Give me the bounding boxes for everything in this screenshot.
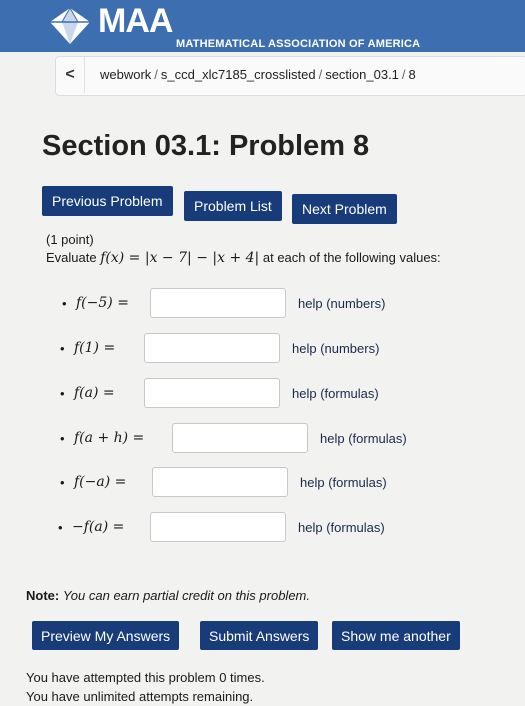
attempts-count: You have attempted this problem 0 times.: [26, 670, 265, 685]
breadcrumb-item-course[interactable]: s_ccd_xlc7185_crosslisted: [161, 67, 316, 82]
breadcrumb: < webwork / s_ccd_xlc7185_crosslisted / sect…: [55, 56, 525, 96]
answer-row-1: • f(−5) = help (numbers): [62, 288, 385, 318]
submit-answers-button[interactable]: Submit Answers: [200, 621, 319, 650]
help-link-5[interactable]: help (formulas): [300, 475, 387, 490]
answer-input-1[interactable]: [150, 288, 286, 318]
breadcrumb-path: webwork / s_ccd_xlc7185_crosslisted / sectio…: [100, 67, 416, 82]
answer-row-3: • f(a) = help (formulas): [60, 378, 379, 408]
breadcrumb-item-problem: 8: [408, 67, 416, 82]
back-button[interactable]: <: [56, 57, 85, 93]
problem-prompt: Evaluate f(x) = |x − 7| − |x + 4| at eac…: [46, 250, 441, 266]
brand-name[interactable]: MAA: [98, 2, 173, 41]
answer-row-4: • f(a + h) = help (formulas): [60, 423, 407, 453]
preview-answers-button[interactable]: Preview My Answers: [32, 621, 180, 650]
answer-label-2: f(1) =: [74, 340, 116, 356]
answer-label-6: −f(a) =: [72, 519, 125, 535]
help-link-3[interactable]: help (formulas): [292, 386, 379, 401]
page-title: Section 03.1: Problem 8: [42, 130, 370, 162]
partial-credit-note: Note: You can earn partial credit on thi…: [26, 588, 310, 603]
answer-row-5: • f(−a) = help (formulas): [60, 467, 387, 497]
answer-label-5: f(−a) =: [74, 474, 127, 490]
breadcrumb-item-webwork[interactable]: webwork: [100, 67, 151, 82]
answer-input-3[interactable]: [144, 378, 280, 408]
answer-input-6[interactable]: [150, 512, 286, 542]
answer-row-2: • f(1) = help (numbers): [60, 333, 379, 363]
answer-label-1: f(−5) =: [76, 295, 129, 311]
problem-statement: (1 point) Evaluate f(x) = |x − 7| − |x +…: [46, 232, 516, 266]
answer-row-6: • −f(a) = help (formulas): [58, 512, 385, 542]
problem-points: (1 point): [46, 232, 94, 247]
help-link-2[interactable]: help (numbers): [292, 341, 379, 356]
breadcrumb-item-section[interactable]: section_03.1: [325, 67, 399, 82]
note-text: You can earn partial credit on this prob…: [62, 588, 310, 603]
maa-diamond-logo[interactable]: [48, 6, 92, 46]
answer-input-4[interactable]: [172, 423, 308, 453]
answer-label-3: f(a) =: [74, 385, 115, 401]
show-another-button[interactable]: Show me another: [332, 621, 460, 650]
brand-subtitle: MATHEMATICAL ASSOCIATION OF AMERICA: [176, 38, 421, 50]
attempts-remaining: You have unlimited attempts remaining.: [26, 689, 254, 704]
answer-input-5[interactable]: [152, 467, 288, 497]
answer-label-4: f(a + h) =: [74, 430, 145, 446]
answer-input-2[interactable]: [144, 333, 280, 363]
help-link-4[interactable]: help (formulas): [320, 431, 407, 446]
note-label: Note:: [26, 588, 60, 603]
help-link-1[interactable]: help (numbers): [298, 296, 385, 311]
previous-problem-button[interactable]: Previous Problem: [42, 186, 173, 216]
help-link-6[interactable]: help (formulas): [298, 520, 385, 535]
attempts-status: You have attempted this problem 0 times.…: [26, 668, 265, 706]
next-problem-button[interactable]: Next Problem: [292, 194, 397, 224]
problem-list-button[interactable]: Problem List: [184, 191, 282, 221]
site-header: MAA MATHEMATICAL ASSOCIATION OF AMERICA: [0, 0, 525, 52]
